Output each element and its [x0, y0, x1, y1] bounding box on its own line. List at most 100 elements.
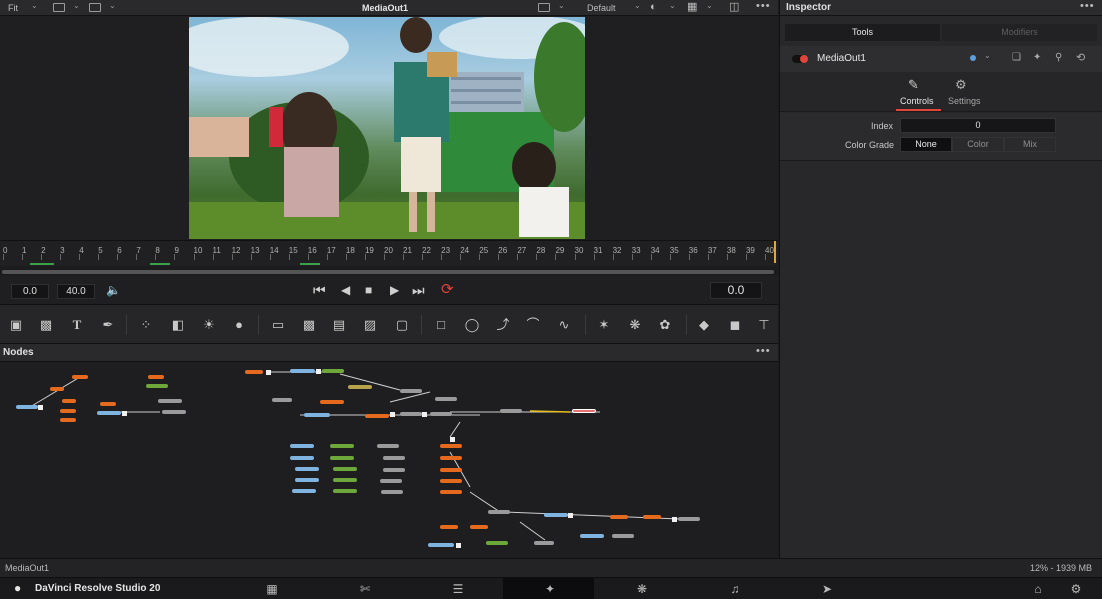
node[interactable]	[400, 389, 422, 393]
node[interactable]	[348, 385, 372, 389]
color-grade-color-button[interactable]: Color	[952, 137, 1004, 152]
edit-page-icon[interactable]: ☰	[448, 581, 468, 597]
color-grade-mix-button[interactable]: Mix	[1004, 137, 1056, 152]
time-ruler[interactable]: 0 1 2 3 4 5 6 7 8 9 10 11 12 13 14 15 16 17 18 19 20 21 22 23 24…	[0, 240, 778, 266]
audio-icon[interactable]: 🔈	[106, 281, 121, 299]
node[interactable]	[50, 387, 64, 391]
settings-icon[interactable]: ⚙	[955, 77, 967, 93]
node[interactable]	[440, 490, 462, 494]
color-page-icon[interactable]: ❋	[632, 581, 652, 597]
grid-icon[interactable]: ▦	[687, 1, 697, 13]
node[interactable]	[97, 411, 121, 415]
particle-style-icon[interactable]: ✿	[656, 316, 674, 334]
node[interactable]	[428, 543, 454, 547]
play-icon[interactable]: ▶	[390, 281, 399, 299]
tab-modifiers[interactable]: Modifiers	[942, 24, 1097, 41]
node[interactable]	[380, 479, 402, 483]
node[interactable]	[377, 444, 399, 448]
lut-icon[interactable]: ◐	[650, 1, 657, 13]
layout-dropdown[interactable]: Default	[587, 2, 616, 14]
reset-icon[interactable]: ⟲	[1076, 51, 1085, 64]
node[interactable]	[322, 369, 344, 373]
node[interactable]	[486, 541, 508, 545]
go-to-start-icon[interactable]: ⏮	[313, 281, 326, 299]
settings-gear-icon[interactable]: ⚙	[1066, 581, 1086, 597]
node[interactable]	[383, 456, 405, 460]
playhead[interactable]	[774, 241, 776, 263]
home-icon[interactable]: ⌂	[1028, 581, 1048, 597]
node[interactable]	[62, 399, 76, 403]
background-tool-icon[interactable]: ▣	[7, 316, 25, 334]
node[interactable]	[304, 413, 330, 417]
deliver-page-icon[interactable]: ➤	[817, 581, 837, 597]
node[interactable]	[146, 384, 168, 388]
polygon-mask-icon[interactable]: ⤴	[494, 316, 512, 334]
view-mode-icon[interactable]	[538, 3, 550, 12]
gradient-icon[interactable]: ◧	[169, 316, 187, 334]
node[interactable]	[365, 414, 389, 418]
text-tool-icon[interactable]: T	[68, 316, 86, 334]
timeline-scrollbar[interactable]	[2, 270, 774, 274]
bspline-mask-icon[interactable]: ⌒	[524, 316, 542, 334]
controls-icon[interactable]: ✎	[908, 77, 919, 93]
node[interactable]	[534, 541, 554, 545]
particle-emitter-icon[interactable]: ✶	[595, 316, 613, 334]
start-frame-field[interactable]: 0.0	[11, 284, 49, 299]
transform-icon[interactable]: ▢	[393, 316, 411, 334]
brush-tool-icon[interactable]: ✒	[99, 316, 117, 334]
chevron-down-icon[interactable]: ⌄	[31, 1, 38, 10]
chevron-down-icon[interactable]: ⌄	[984, 51, 991, 60]
node[interactable]	[148, 375, 164, 379]
node[interactable]	[333, 467, 357, 471]
node[interactable]	[500, 409, 522, 413]
shape3d-icon[interactable]: ◆	[695, 316, 713, 334]
node[interactable]	[290, 369, 315, 373]
color-grade-none-button[interactable]: None	[900, 137, 952, 152]
node[interactable]	[544, 513, 568, 517]
loop-icon[interactable]: ⟳	[441, 281, 454, 299]
chevron-down-icon[interactable]: ⌄	[109, 1, 116, 10]
node[interactable]	[292, 489, 316, 493]
display-icon[interactable]	[89, 3, 101, 12]
fairlight-page-icon[interactable]: ♫	[725, 581, 745, 597]
ellipse-mask-icon[interactable]: ◯	[463, 316, 481, 334]
split-view-icon[interactable]: ◫	[729, 1, 739, 13]
node[interactable]	[158, 399, 182, 403]
pin-icon[interactable]: ✦	[1033, 52, 1041, 63]
current-time-field[interactable]: 0.0	[710, 282, 762, 299]
media-page-icon[interactable]: ▦	[262, 581, 282, 597]
node[interactable]	[678, 517, 700, 521]
node[interactable]	[610, 515, 628, 519]
merge3d-icon[interactable]: ◼	[726, 316, 744, 334]
channel-booleans-icon[interactable]: ▤	[330, 316, 348, 334]
glow-icon[interactable]: ☀	[200, 316, 218, 334]
node[interactable]	[580, 534, 604, 538]
lock-icon[interactable]: ⚲	[1055, 52, 1062, 63]
node[interactable]	[440, 444, 462, 448]
rectangle-mask-icon[interactable]: □	[432, 316, 450, 334]
matte-icon[interactable]: ▩	[300, 316, 318, 334]
region-icon[interactable]	[53, 3, 65, 12]
node[interactable]	[100, 402, 116, 406]
blur-icon[interactable]: ●	[230, 316, 248, 334]
node[interactable]	[381, 490, 403, 494]
node[interactable]	[60, 418, 76, 422]
node[interactable]	[440, 456, 462, 460]
fusion-page-icon[interactable]: ✦	[540, 581, 560, 597]
go-to-end-icon[interactable]: ⏭	[412, 281, 425, 299]
zoom-fit-dropdown[interactable]: Fit	[8, 2, 18, 14]
mask-icon[interactable]: ▨	[361, 316, 379, 334]
node[interactable]	[643, 515, 661, 519]
play-reverse-icon[interactable]: ◀	[341, 281, 350, 299]
chevron-down-icon[interactable]: ⌄	[706, 1, 713, 10]
chevron-down-icon[interactable]: ⌄	[558, 1, 565, 10]
index-field[interactable]: 0	[900, 118, 1056, 133]
node[interactable]	[162, 410, 186, 414]
node[interactable]	[430, 412, 452, 416]
more-options-icon[interactable]: •••	[756, 0, 771, 12]
node[interactable]	[470, 525, 488, 529]
node[interactable]	[383, 468, 405, 472]
particle-render-icon[interactable]: ❋	[626, 316, 644, 334]
color-dot-icon[interactable]	[970, 55, 976, 61]
node[interactable]	[440, 468, 462, 472]
